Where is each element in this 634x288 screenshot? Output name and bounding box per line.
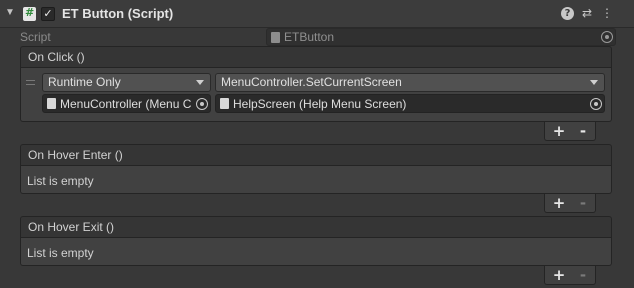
on-hover-exit-header: On Hover Exit () [20, 216, 612, 238]
on-hover-enter-list [20, 166, 612, 194]
remove-listener-button[interactable]: - [571, 266, 595, 284]
on-hover-exit-list-controls: + - [544, 266, 596, 285]
kebab-menu-icon[interactable]: ⋮ [600, 6, 614, 22]
script-file-icon [271, 32, 280, 43]
argument-object-field[interactable]: HelpScreen (Help Menu Screen) [215, 94, 605, 113]
function-dropdown[interactable]: MenuController.SetCurrentScreen [215, 73, 605, 92]
add-listener-button[interactable]: + [547, 194, 571, 212]
object-icon [47, 98, 56, 109]
help-icon[interactable]: ? [561, 7, 574, 20]
component-enabled-checkbox[interactable]: ✓ [41, 7, 55, 21]
drag-handle-icon[interactable] [26, 80, 35, 85]
component-title: ET Button (Script) [62, 6, 174, 21]
argument-object-value: HelpScreen (Help Menu Screen) [233, 97, 407, 111]
function-value: MenuController.SetCurrentScreen [221, 75, 402, 89]
runtime-mode-dropdown[interactable]: Runtime Only [42, 73, 211, 92]
add-listener-button[interactable]: + [547, 266, 571, 284]
dropdown-arrow-icon [196, 80, 204, 85]
empty-list-label: List is empty [27, 174, 94, 188]
object-icon [220, 98, 229, 109]
remove-listener-button[interactable]: - [571, 194, 595, 212]
on-click-list-controls: + - [544, 122, 596, 141]
on-hover-exit-list [20, 238, 612, 266]
object-picker-icon[interactable] [590, 98, 602, 110]
target-object-value: MenuController (Menu C [60, 97, 192, 111]
object-picker-icon[interactable] [196, 98, 208, 110]
on-click-header: On Click () [20, 46, 612, 68]
presets-icon[interactable]: ⇄ [580, 6, 594, 22]
script-field-value: ETButton [284, 30, 335, 44]
on-hover-enter-header: On Hover Enter () [20, 144, 612, 166]
foldout-arrow-icon[interactable]: ▼ [5, 8, 15, 18]
csharp-script-icon [23, 6, 36, 21]
target-object-field[interactable]: MenuController (Menu C [42, 94, 211, 113]
dropdown-arrow-icon [590, 80, 598, 85]
add-listener-button[interactable]: + [547, 122, 571, 140]
runtime-mode-value: Runtime Only [48, 75, 121, 89]
script-label: Script [20, 30, 51, 44]
object-picker-icon[interactable] [601, 31, 613, 43]
on-hover-enter-list-controls: + - [544, 194, 596, 213]
remove-listener-button[interactable]: - [571, 122, 595, 140]
script-object-field[interactable]: ETButton [266, 28, 616, 46]
empty-list-label: List is empty [27, 246, 94, 260]
